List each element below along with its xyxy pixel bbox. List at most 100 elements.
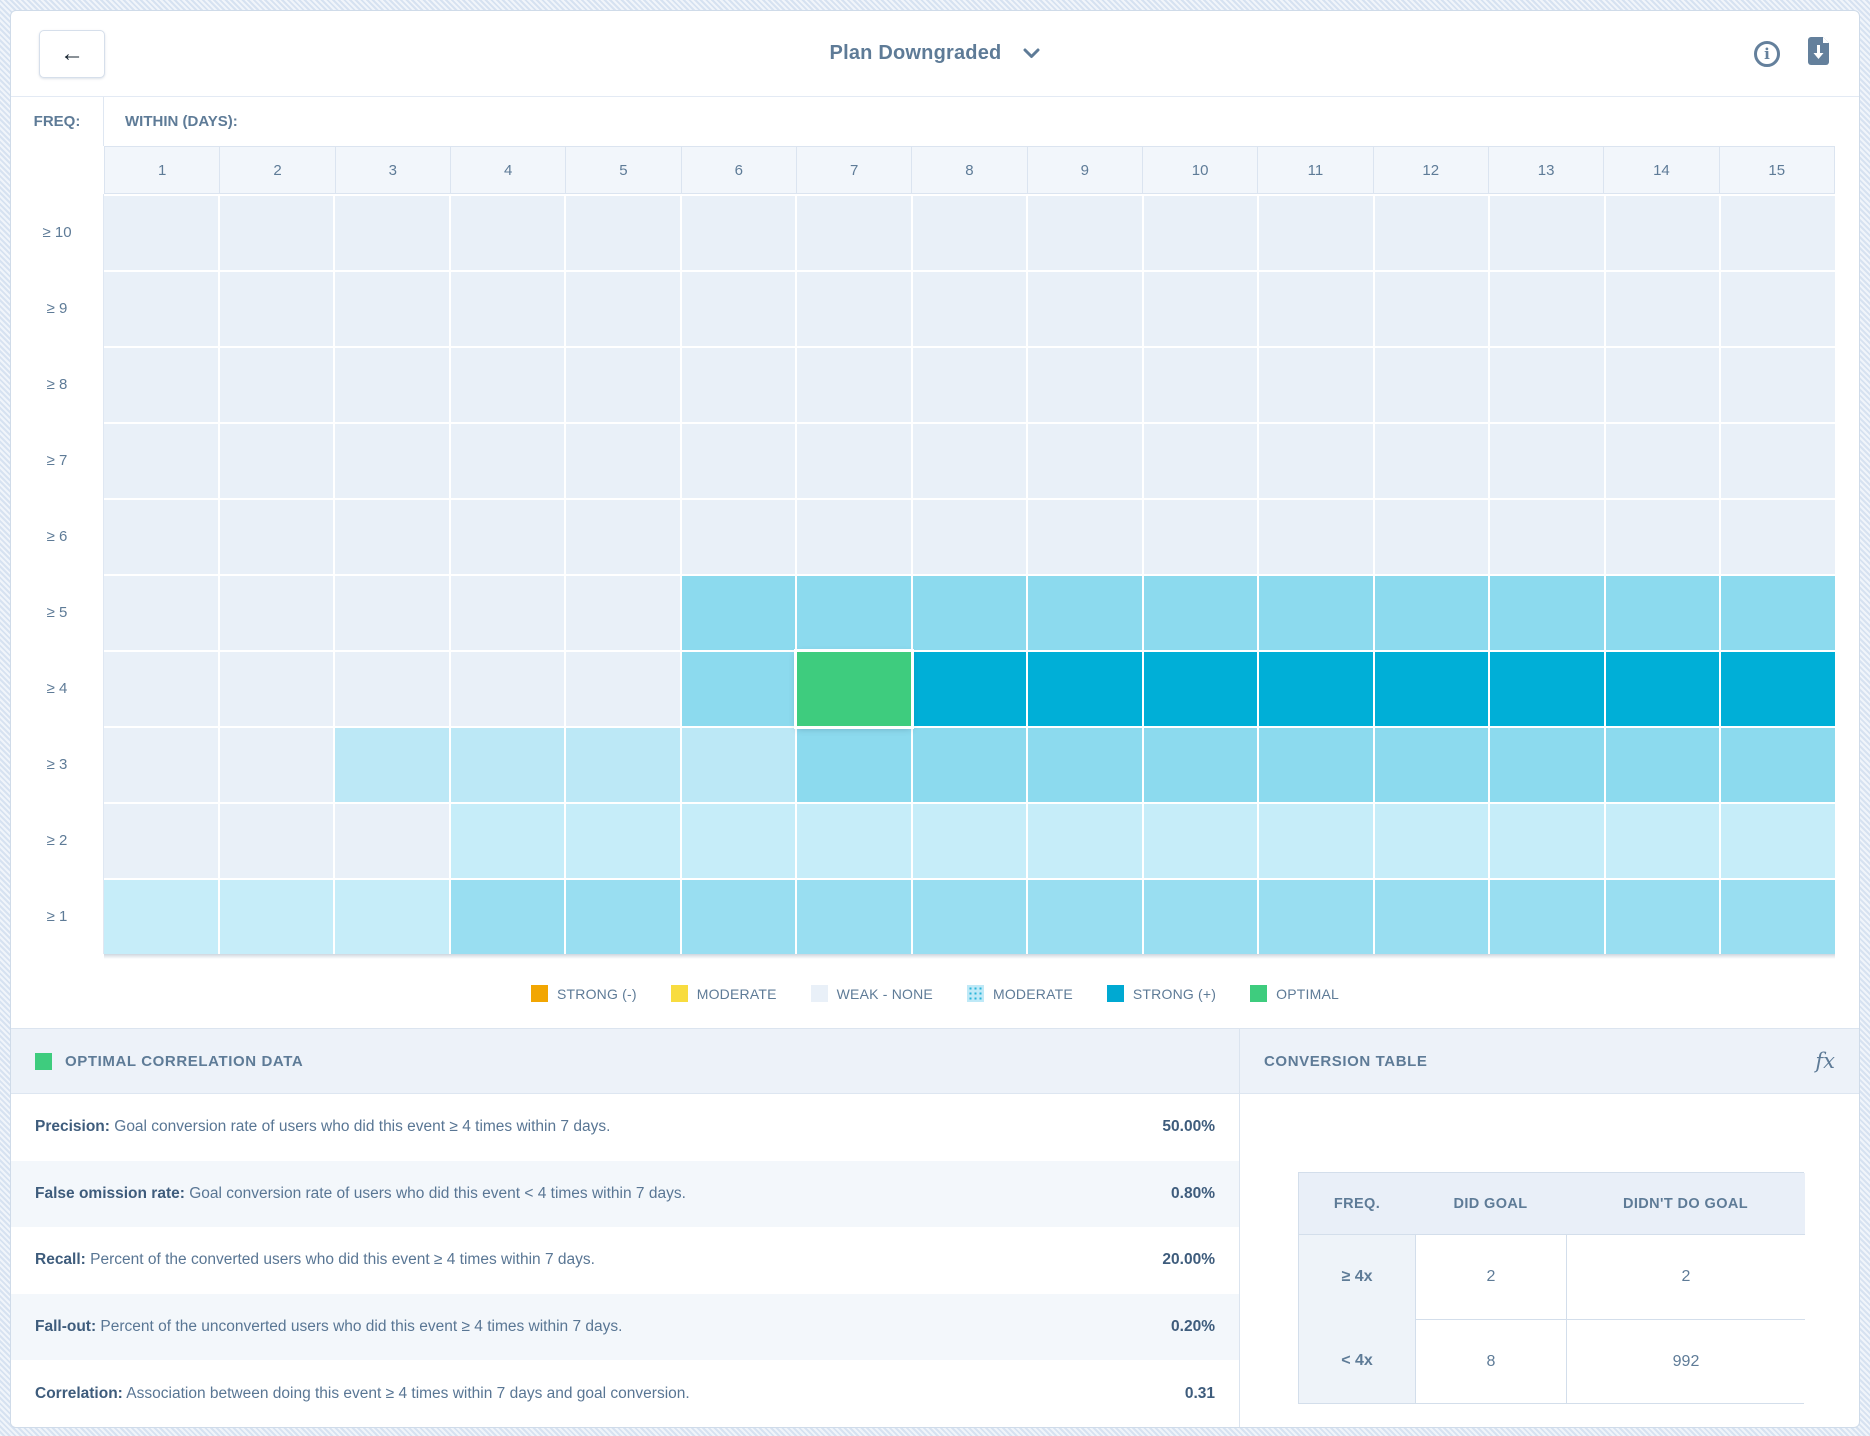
heatmap-cell[interactable]: [797, 348, 911, 422]
heatmap-cell[interactable]: [1490, 880, 1604, 954]
heatmap-cell[interactable]: [1259, 272, 1373, 346]
heatmap-cell[interactable]: [104, 728, 218, 802]
heatmap-cell[interactable]: [335, 880, 449, 954]
heatmap-cell[interactable]: [104, 500, 218, 574]
info-icon[interactable]: i: [1754, 41, 1780, 67]
heatmap-cell[interactable]: [451, 880, 565, 954]
heatmap-cell[interactable]: [1721, 424, 1835, 498]
heatmap-cell[interactable]: [1028, 804, 1142, 878]
heatmap-cell[interactable]: [1606, 576, 1720, 650]
heatmap-cell[interactable]: [566, 880, 680, 954]
heatmap-cell[interactable]: [451, 804, 565, 878]
heatmap-cell[interactable]: [1721, 272, 1835, 346]
heatmap-cell[interactable]: [1144, 576, 1258, 650]
heatmap-cell[interactable]: [1490, 348, 1604, 422]
heatmap-cell[interactable]: [797, 576, 911, 650]
heatmap-cell[interactable]: [1721, 728, 1835, 802]
heatmap-cell[interactable]: [1721, 500, 1835, 574]
heatmap-cell[interactable]: [682, 424, 796, 498]
heatmap-cell[interactable]: [566, 576, 680, 650]
heatmap-cell[interactable]: [220, 348, 334, 422]
heatmap-cell[interactable]: [1375, 196, 1489, 270]
heatmap-cell[interactable]: [220, 880, 334, 954]
heatmap-cell[interactable]: [566, 272, 680, 346]
heatmap-cell[interactable]: [1375, 652, 1489, 726]
event-title-dropdown[interactable]: Plan Downgraded: [830, 42, 1002, 65]
heatmap-cell[interactable]: [1144, 348, 1258, 422]
heatmap-cell[interactable]: [1490, 728, 1604, 802]
heatmap-cell[interactable]: [1144, 196, 1258, 270]
heatmap-cell[interactable]: [220, 196, 334, 270]
heatmap-cell[interactable]: [1028, 880, 1142, 954]
heatmap-cell[interactable]: [913, 196, 1027, 270]
heatmap-cell[interactable]: [1606, 272, 1720, 346]
heatmap-cell[interactable]: [451, 348, 565, 422]
heatmap-cell[interactable]: [451, 728, 565, 802]
heatmap-cell[interactable]: [913, 348, 1027, 422]
heatmap-cell[interactable]: [797, 424, 911, 498]
heatmap-cell[interactable]: [1259, 348, 1373, 422]
heatmap-cell[interactable]: [913, 272, 1027, 346]
heatmap-cell[interactable]: [1259, 728, 1373, 802]
heatmap-cell[interactable]: [1606, 348, 1720, 422]
heatmap-cell[interactable]: [1028, 272, 1142, 346]
heatmap-cell[interactable]: [1028, 500, 1142, 574]
heatmap-cell[interactable]: [566, 424, 680, 498]
heatmap-cell[interactable]: [1490, 424, 1604, 498]
heatmap-cell[interactable]: [1375, 348, 1489, 422]
heatmap-cell[interactable]: [1490, 500, 1604, 574]
heatmap-cell[interactable]: [913, 652, 1027, 726]
heatmap-cell[interactable]: [1144, 500, 1258, 574]
back-button[interactable]: ←: [39, 30, 105, 78]
heatmap-cell[interactable]: [1028, 576, 1142, 650]
heatmap-cell[interactable]: [104, 652, 218, 726]
heatmap-cell[interactable]: [682, 500, 796, 574]
heatmap-cell[interactable]: [335, 500, 449, 574]
heatmap-cell[interactable]: [335, 804, 449, 878]
heatmap-cell[interactable]: [1259, 804, 1373, 878]
heatmap-cell[interactable]: [451, 272, 565, 346]
heatmap-cell[interactable]: [1144, 728, 1258, 802]
heatmap-cell[interactable]: [1144, 804, 1258, 878]
heatmap-cell[interactable]: [566, 804, 680, 878]
heatmap-cell[interactable]: [1259, 500, 1373, 574]
heatmap-cell[interactable]: [335, 576, 449, 650]
heatmap-cell[interactable]: [682, 652, 796, 726]
heatmap-cell[interactable]: [335, 196, 449, 270]
heatmap-cell[interactable]: [682, 880, 796, 954]
heatmap-cell[interactable]: [1606, 880, 1720, 954]
heatmap-cell[interactable]: [913, 880, 1027, 954]
heatmap-cell[interactable]: [220, 728, 334, 802]
heatmap-cell[interactable]: [104, 804, 218, 878]
heatmap-cell[interactable]: [1375, 880, 1489, 954]
heatmap-cell[interactable]: [1606, 424, 1720, 498]
heatmap-cell[interactable]: [797, 272, 911, 346]
heatmap-cell[interactable]: [1375, 728, 1489, 802]
heatmap-cell[interactable]: [1490, 272, 1604, 346]
heatmap-cell[interactable]: [1721, 880, 1835, 954]
heatmap-cell[interactable]: [913, 804, 1027, 878]
formula-fx-icon[interactable]: fx: [1815, 1049, 1835, 1073]
heatmap-cell[interactable]: [220, 576, 334, 650]
heatmap-cell[interactable]: [335, 652, 449, 726]
heatmap-cell[interactable]: [566, 348, 680, 422]
heatmap-cell[interactable]: [682, 576, 796, 650]
heatmap-cell[interactable]: [335, 348, 449, 422]
heatmap-cell[interactable]: [913, 728, 1027, 802]
heatmap-cell[interactable]: [451, 576, 565, 650]
heatmap-cell[interactable]: [1375, 500, 1489, 574]
heatmap-cell[interactable]: [451, 652, 565, 726]
heatmap-cell[interactable]: [1259, 196, 1373, 270]
heatmap-cell[interactable]: [220, 272, 334, 346]
heatmap-cell[interactable]: [451, 500, 565, 574]
heatmap-cell[interactable]: [1490, 576, 1604, 650]
download-icon[interactable]: [1806, 36, 1831, 71]
heatmap-cell[interactable]: [104, 576, 218, 650]
heatmap-cell[interactable]: [1606, 804, 1720, 878]
heatmap-cell[interactable]: [1375, 576, 1489, 650]
optimal-heatmap-cell[interactable]: [797, 652, 911, 726]
heatmap-cell[interactable]: [1721, 804, 1835, 878]
heatmap-cell[interactable]: [1028, 424, 1142, 498]
heatmap-cell[interactable]: [566, 500, 680, 574]
heatmap-cell[interactable]: [1259, 424, 1373, 498]
